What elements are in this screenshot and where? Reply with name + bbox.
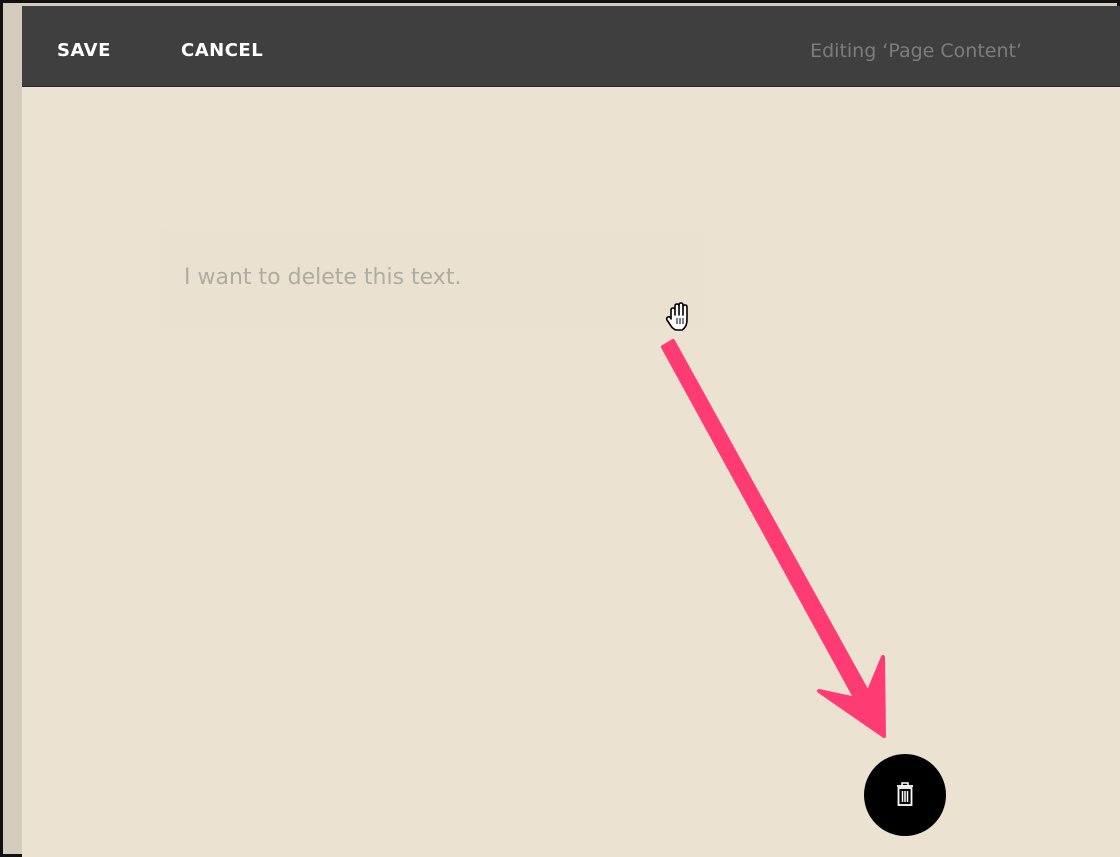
trash-icon [897,782,913,806]
save-button[interactable]: SAVE [57,40,111,62]
cancel-button[interactable]: CANCEL [181,40,263,62]
editor-toolbar: SAVE CANCEL Editing ‘Page Content’ [22,6,1120,87]
delete-block-button[interactable] [864,754,946,836]
page-editor-canvas: SAVE CANCEL Editing ‘Page Content’ I wan… [22,6,1120,857]
arrow-annotation [661,339,886,738]
hand-cursor-icon [665,302,688,331]
screenshot-frame: SAVE CANCEL Editing ‘Page Content’ I wan… [0,0,1120,857]
text-block-content[interactable]: I want to delete this text. [184,263,461,293]
editing-status: Editing ‘Page Content’ [810,40,1022,62]
